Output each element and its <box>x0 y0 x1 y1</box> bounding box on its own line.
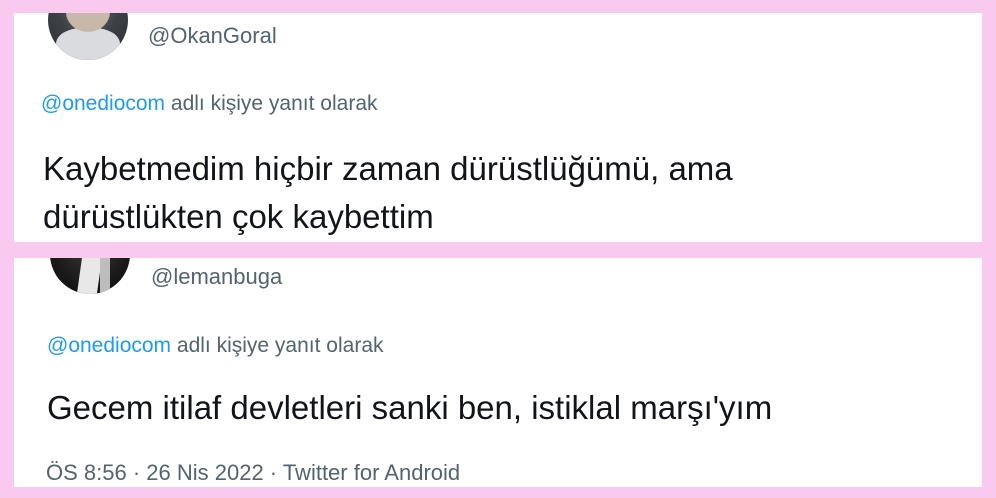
reply-suffix: adlı kişiye yanıt olarak <box>171 334 384 357</box>
user-handle[interactable]: @lemanbuga <box>151 264 282 290</box>
avatar-shirt <box>56 28 120 60</box>
user-handle[interactable]: @OkanGoral <box>148 23 277 49</box>
tweet-text-line: Kaybetmedim hiçbir zaman dürüstlüğümü, a… <box>43 150 733 187</box>
tweet-text: Gecem itilaf devletleri sanki ben, istik… <box>47 389 773 426</box>
tweet-text-line: dürüstlükten çok kaybettim <box>43 198 434 235</box>
reply-context: @onediocom adlı kişiye yanıt olarak <box>47 334 384 358</box>
tweet-card-lemanbuga: @lemanbuga @onediocom adlı kişiye yanıt … <box>14 258 982 487</box>
mention-link[interactable]: @onediocom <box>41 92 165 115</box>
avatar[interactable] <box>48 13 128 60</box>
tweet-meta[interactable]: ÖS 8:56 · 26 Nis 2022 · Twitter for Andr… <box>46 460 460 486</box>
tweet-text: Kaybetmedim hiçbir zaman dürüstlüğümü, a… <box>43 145 963 241</box>
avatar-tie <box>100 258 110 294</box>
tweet-card-okangoral: @OkanGoral @onediocom adlı kişiye yanıt … <box>14 13 982 242</box>
mention-link[interactable]: @onediocom <box>47 334 171 357</box>
avatar[interactable] <box>50 258 130 294</box>
reply-context: @onediocom adlı kişiye yanıt olarak <box>41 92 378 116</box>
reply-suffix: adlı kişiye yanıt olarak <box>165 92 378 115</box>
